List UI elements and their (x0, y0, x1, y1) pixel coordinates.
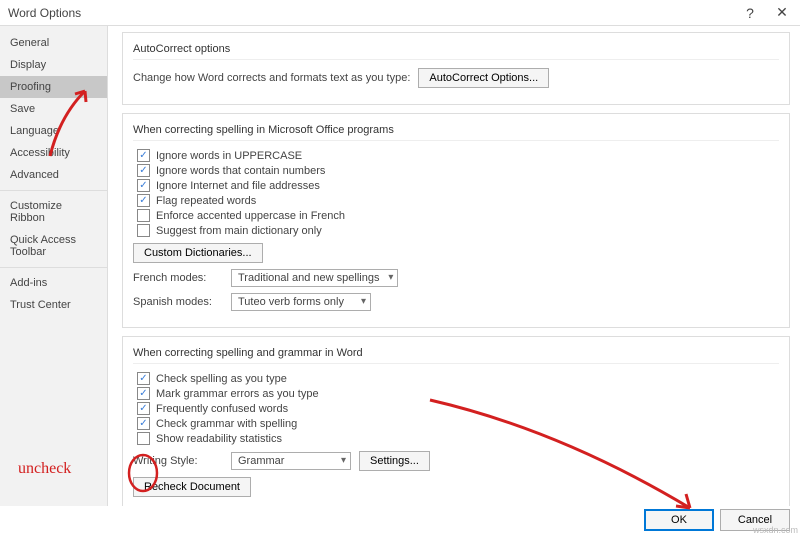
check-accented-french[interactable] (137, 209, 150, 222)
label-confused-words: Frequently confused words (156, 403, 288, 415)
label-ignore-numbers: Ignore words that contain numbers (156, 165, 325, 177)
check-grammar-spelling[interactable] (137, 417, 150, 430)
watermark: wsxdn.com (753, 525, 798, 535)
sidebar-item-accessibility[interactable]: Accessibility (0, 142, 107, 164)
sidebar-item-addins[interactable]: Add-ins (0, 272, 107, 294)
autocorrect-options-button[interactable]: AutoCorrect Options... (418, 68, 549, 88)
section-office-proofing: When correcting spelling in Microsoft Of… (122, 113, 790, 328)
titlebar: Word Options ? ✕ (0, 0, 800, 26)
spanish-modes-select[interactable]: Tuteo verb forms only (231, 293, 371, 311)
check-flag-repeated[interactable] (137, 194, 150, 207)
check-main-dict[interactable] (137, 224, 150, 237)
writing-style-label: Writing Style: (133, 455, 223, 467)
section-title-autocorrect: AutoCorrect options (133, 39, 779, 60)
label-accented-french: Enforce accented uppercase in French (156, 210, 345, 222)
section-title-office: When correcting spelling in Microsoft Of… (133, 120, 779, 141)
custom-dictionaries-button[interactable]: Custom Dictionaries... (133, 243, 263, 263)
settings-button[interactable]: Settings... (359, 451, 430, 471)
recheck-document-button[interactable]: Recheck Document (133, 477, 251, 497)
autocorrect-description: Change how Word corrects and formats tex… (133, 72, 410, 84)
sidebar-item-save[interactable]: Save (0, 98, 107, 120)
content: General Display Proofing Save Language A… (0, 26, 800, 506)
sidebar-item-qat[interactable]: Quick Access Toolbar (0, 229, 107, 263)
label-ignore-internet: Ignore Internet and file addresses (156, 180, 320, 192)
check-spelling-type[interactable] (137, 372, 150, 385)
label-grammar-spelling: Check grammar with spelling (156, 418, 297, 430)
main-panel: AutoCorrect options Change how Word corr… (108, 26, 800, 506)
window-title: Word Options (8, 6, 81, 20)
french-modes-select[interactable]: Traditional and new spellings (231, 269, 398, 287)
writing-style-select[interactable]: Grammar (231, 452, 351, 470)
french-modes-label: French modes: (133, 272, 223, 284)
spanish-modes-label: Spanish modes: (133, 296, 223, 308)
check-ignore-numbers[interactable] (137, 164, 150, 177)
ok-button[interactable]: OK (644, 509, 714, 531)
section-word-proofing: When correcting spelling and grammar in … (122, 336, 790, 506)
check-confused-words[interactable] (137, 402, 150, 415)
check-ignore-internet[interactable] (137, 179, 150, 192)
sidebar-item-customize-ribbon[interactable]: Customize Ribbon (0, 195, 107, 229)
label-grammar-type: Mark grammar errors as you type (156, 388, 319, 400)
label-ignore-uppercase: Ignore words in UPPERCASE (156, 150, 302, 162)
sidebar-item-display[interactable]: Display (0, 54, 107, 76)
section-autocorrect: AutoCorrect options Change how Word corr… (122, 32, 790, 105)
titlebar-controls: ? ✕ (740, 3, 792, 23)
label-main-dict: Suggest from main dictionary only (156, 225, 322, 237)
sidebar-item-advanced[interactable]: Advanced (0, 164, 107, 186)
label-readability: Show readability statistics (156, 433, 282, 445)
check-readability[interactable] (137, 432, 150, 445)
check-grammar-type[interactable] (137, 387, 150, 400)
sidebar-item-general[interactable]: General (0, 32, 107, 54)
sidebar-item-trust-center[interactable]: Trust Center (0, 294, 107, 316)
label-spelling-type: Check spelling as you type (156, 373, 287, 385)
help-button[interactable]: ? (740, 3, 760, 23)
check-ignore-uppercase[interactable] (137, 149, 150, 162)
label-flag-repeated: Flag repeated words (156, 195, 256, 207)
sidebar: General Display Proofing Save Language A… (0, 26, 108, 506)
sidebar-item-language[interactable]: Language (0, 120, 107, 142)
section-title-word: When correcting spelling and grammar in … (133, 343, 779, 364)
sidebar-item-proofing[interactable]: Proofing (0, 76, 107, 98)
close-button[interactable]: ✕ (772, 3, 792, 23)
